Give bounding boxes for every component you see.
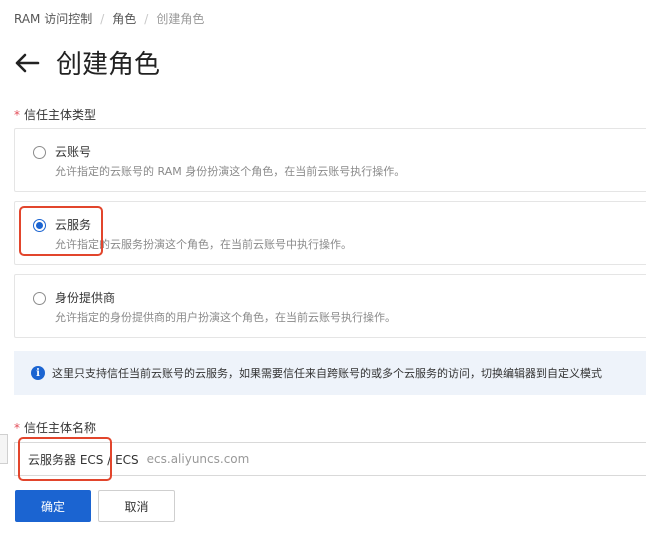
trust-type-label: * 信任主体类型 xyxy=(14,106,96,123)
breadcrumb-current: 创建角色 xyxy=(156,12,205,26)
trust-type-label-text: 信任主体类型 xyxy=(24,108,97,122)
option-description: 允许指定的云账号的 RAM 身份扮演这个角色，在当前云账号执行操作。 xyxy=(55,165,406,178)
option-title: 云服务 xyxy=(55,218,92,232)
radio-identity-provider[interactable] xyxy=(33,292,46,305)
info-banner: i 这里只支持信任当前云账号的云服务，如果需要信任来自跨账号的或多个云服务的访问… xyxy=(14,351,646,395)
option-description: 允许指定的身份提供商的用户扮演这个角色，在当前云账号执行操作。 xyxy=(55,311,396,324)
cancel-button[interactable]: 取消 xyxy=(98,490,175,522)
trust-name-label-text: 信任主体名称 xyxy=(24,421,97,435)
page-title: 创建角色 xyxy=(56,50,161,80)
confirm-button[interactable]: 确定 xyxy=(15,490,91,522)
required-mark: * xyxy=(14,108,20,122)
radio-cloud-account[interactable] xyxy=(33,146,46,159)
selected-service: 云服务器 ECS / ECS xyxy=(28,452,139,467)
option-title: 身份提供商 xyxy=(55,291,116,305)
option-identity-provider[interactable]: 身份提供商 允许指定的身份提供商的用户扮演这个角色，在当前云账号执行操作。 xyxy=(14,274,646,338)
breadcrumb-roles[interactable]: 角色 xyxy=(112,12,136,26)
breadcrumb-separator: / xyxy=(144,12,149,26)
service-domain: ecs.aliyuncs.com xyxy=(146,452,250,466)
arrow-left-icon[interactable] xyxy=(14,48,44,78)
option-description: 允许指定的云服务扮演这个角色，在当前云账号中执行操作。 xyxy=(55,238,352,251)
option-cloud-service[interactable]: 云服务 允许指定的云服务扮演这个角色，在当前云账号中执行操作。 xyxy=(14,201,646,265)
breadcrumb-separator: / xyxy=(100,12,105,26)
page-header: 创建角色 xyxy=(14,44,160,81)
info-icon: i xyxy=(31,366,45,380)
trust-name-label: * 信任主体名称 xyxy=(14,419,96,436)
trust-name-select[interactable]: 云服务器 ECS / ECS ecs.aliyuncs.com xyxy=(14,442,646,476)
info-text: 这里只支持信任当前云账号的云服务，如果需要信任来自跨账号的或多个云服务的访问，切… xyxy=(52,367,602,380)
option-title: 云账号 xyxy=(55,145,92,159)
breadcrumb: RAM 访问控制 / 角色 / 创建角色 xyxy=(14,10,204,27)
option-cloud-account[interactable]: 云账号 允许指定的云账号的 RAM 身份扮演这个角色，在当前云账号执行操作。 xyxy=(14,128,646,192)
required-mark: * xyxy=(14,421,20,435)
side-handle[interactable] xyxy=(0,434,8,464)
radio-cloud-service[interactable] xyxy=(33,219,46,232)
breadcrumb-ram[interactable]: RAM 访问控制 xyxy=(14,12,92,26)
